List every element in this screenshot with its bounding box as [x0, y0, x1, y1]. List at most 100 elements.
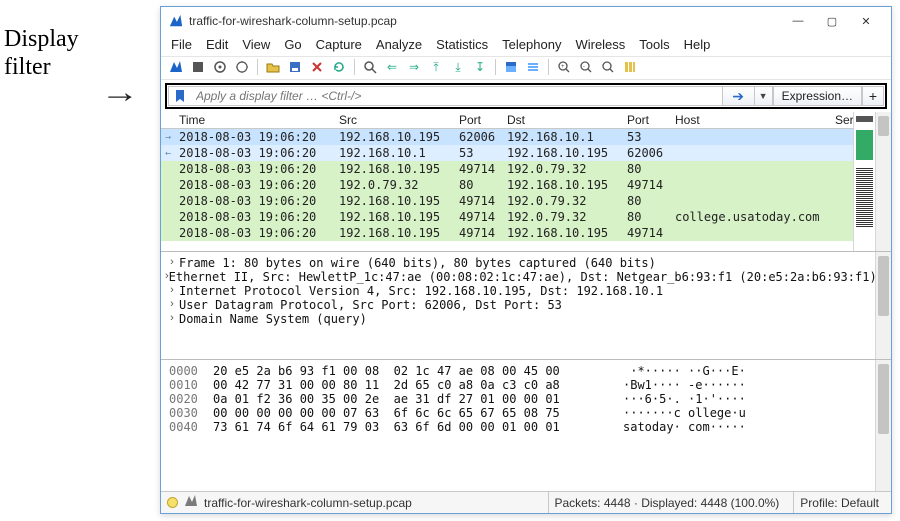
last-packet-icon[interactable]: ↧: [471, 58, 489, 76]
details-line[interactable]: ›Internet Protocol Version 4, Src: 192.1…: [165, 284, 869, 298]
hex-line[interactable]: 001000 42 77 31 00 00 80 11 2d 65 c0 a8 …: [169, 378, 867, 392]
menu-capture[interactable]: Capture: [316, 37, 362, 52]
hex-line[interactable]: 000020 e5 2a b6 93 f1 00 08 02 1c 47 ae …: [169, 364, 867, 378]
go-back-icon[interactable]: ⇐: [383, 58, 401, 76]
menu-help[interactable]: Help: [684, 37, 711, 52]
packet-minimap[interactable]: [853, 112, 875, 251]
stop-capture-icon[interactable]: [189, 58, 207, 76]
packet-row[interactable]: 2018-08-03 19:06:20192.168.10.1954971419…: [161, 193, 853, 209]
row-marker-icon: →: [161, 132, 175, 143]
zoom-out-icon[interactable]: -: [577, 58, 595, 76]
packet-bytes[interactable]: 000020 e5 2a b6 93 f1 00 08 02 1c 47 ae …: [161, 360, 875, 491]
status-packets: Packets: 4448 · Displayed: 4448 (100.0%): [555, 496, 780, 510]
packet-scrollbar[interactable]: [875, 112, 891, 251]
col-server-name[interactable]: Server Name: [831, 112, 853, 128]
expand-icon[interactable]: ›: [165, 284, 179, 296]
annotation-line1: Display: [4, 26, 79, 52]
menu-view[interactable]: View: [242, 37, 270, 52]
svg-text:+: +: [561, 64, 565, 70]
menu-tools[interactable]: Tools: [639, 37, 669, 52]
hex-line[interactable]: 003000 00 00 00 00 00 07 63 6f 6c 6c 65 …: [169, 406, 867, 420]
details-scrollbar[interactable]: [875, 252, 891, 359]
zoom-reset-icon[interactable]: [599, 58, 617, 76]
titlebar: traffic-for-wireshark-column-setup.pcap …: [161, 7, 891, 35]
menu-telephony[interactable]: Telephony: [502, 37, 561, 52]
menu-statistics[interactable]: Statistics: [436, 37, 488, 52]
open-file-icon[interactable]: [264, 58, 282, 76]
details-line[interactable]: ›Frame 1: 80 bytes on wire (640 bits), 8…: [165, 256, 869, 270]
go-forward-icon[interactable]: ⇒: [405, 58, 423, 76]
menu-file[interactable]: File: [171, 37, 192, 52]
details-line[interactable]: ›Ethernet II, Src: HewlettP_1c:47:ae (00…: [165, 270, 869, 284]
col-src[interactable]: Src: [335, 112, 455, 128]
menu-go[interactable]: Go: [284, 37, 301, 52]
packet-row[interactable]: 2018-08-03 19:06:20192.0.79.3280192.168.…: [161, 177, 853, 193]
status-profile[interactable]: Profile: Default: [800, 496, 879, 510]
expand-icon[interactable]: ›: [165, 312, 179, 324]
svg-text:-: -: [583, 64, 585, 70]
packet-list-pane: Time Src Port Dst Port Host Server Name …: [161, 112, 891, 252]
start-capture-icon[interactable]: [167, 58, 185, 76]
packet-table[interactable]: Time Src Port Dst Port Host Server Name …: [161, 112, 853, 251]
close-button[interactable]: ✕: [849, 10, 883, 32]
filter-history-dropdown[interactable]: ▼: [755, 86, 773, 106]
annotation-label: Display filter: [4, 26, 154, 81]
details-line[interactable]: ›User Datagram Protocol, Src Port: 62006…: [165, 298, 869, 312]
resize-columns-icon[interactable]: [621, 58, 639, 76]
col-dst[interactable]: Dst: [503, 112, 623, 128]
expression-button[interactable]: Expression…: [773, 86, 862, 106]
expert-info-icon[interactable]: [167, 497, 178, 508]
expand-icon[interactable]: ›: [165, 256, 179, 268]
menu-wireless[interactable]: Wireless: [575, 37, 625, 52]
capture-options-icon[interactable]: [233, 58, 251, 76]
packet-table-header[interactable]: Time Src Port Dst Port Host Server Name: [161, 112, 853, 129]
annotation-arrow-icon: →: [101, 76, 140, 110]
menu-edit[interactable]: Edit: [206, 37, 228, 52]
first-packet-icon[interactable]: ⤓: [449, 58, 467, 76]
maximize-button[interactable]: ▢: [815, 10, 849, 32]
reload-icon[interactable]: [330, 58, 348, 76]
go-to-packet-icon[interactable]: ⤒: [427, 58, 445, 76]
close-file-icon[interactable]: [308, 58, 326, 76]
colorize-icon[interactable]: [524, 58, 542, 76]
packet-details[interactable]: ›Frame 1: 80 bytes on wire (640 bits), 8…: [161, 252, 875, 359]
col-sport[interactable]: Port: [455, 112, 503, 128]
add-filter-button[interactable]: +: [862, 86, 884, 106]
packet-bytes-pane: 000020 e5 2a b6 93 f1 00 08 02 1c 47 ae …: [161, 360, 891, 491]
display-filter-input[interactable]: [190, 86, 723, 106]
expand-icon[interactable]: ›: [165, 298, 179, 310]
find-icon[interactable]: [361, 58, 379, 76]
app-icon: [169, 14, 183, 28]
save-file-icon[interactable]: [286, 58, 304, 76]
wireshark-window: traffic-for-wireshark-column-setup.pcap …: [160, 6, 892, 514]
apply-filter-button[interactable]: ➔: [723, 86, 755, 106]
packet-details-pane: ›Frame 1: 80 bytes on wire (640 bits), 8…: [161, 252, 891, 360]
packet-row[interactable]: 2018-08-03 19:06:20192.168.10.1954971419…: [161, 161, 853, 177]
minimize-button[interactable]: —: [781, 10, 815, 32]
col-host[interactable]: Host: [671, 112, 831, 128]
display-filter-highlight: ➔ ▼ Expression… +: [165, 83, 887, 109]
status-file: traffic-for-wireshark-column-setup.pcap: [204, 496, 412, 510]
main-toolbar: ⇐ ⇒ ⤒ ⤓ ↧ + -: [161, 56, 891, 80]
restart-capture-icon[interactable]: [211, 58, 229, 76]
hex-line[interactable]: 00200a 01 f2 36 00 35 00 2e ae 31 df 27 …: [169, 392, 867, 406]
row-marker-icon: ←: [161, 148, 175, 159]
menu-analyze[interactable]: Analyze: [376, 37, 422, 52]
menubar: File Edit View Go Capture Analyze Statis…: [161, 35, 891, 56]
packet-row[interactable]: ←2018-08-03 19:06:20192.168.10.153192.16…: [161, 145, 853, 161]
zoom-in-icon[interactable]: +: [555, 58, 573, 76]
packet-row[interactable]: 2018-08-03 19:06:20192.168.10.1954971419…: [161, 225, 853, 241]
bytes-scrollbar[interactable]: [875, 360, 891, 491]
hex-line[interactable]: 004073 61 74 6f 64 61 79 03 63 6f 6d 00 …: [169, 420, 867, 434]
display-filter-row: ➔ ▼ Expression… +: [161, 80, 891, 112]
packet-row[interactable]: 2018-08-03 19:06:20192.168.10.1954971419…: [161, 209, 853, 225]
annotation-line2: filter: [4, 54, 51, 80]
col-dport[interactable]: Port: [623, 112, 671, 128]
details-line[interactable]: ›Domain Name System (query): [165, 312, 869, 326]
capture-file-icon: [184, 494, 198, 511]
autoscroll-icon[interactable]: [502, 58, 520, 76]
col-time[interactable]: Time: [175, 112, 335, 128]
bookmark-icon[interactable]: [168, 86, 190, 106]
window-title: traffic-for-wireshark-column-setup.pcap: [189, 14, 397, 28]
packet-row[interactable]: →2018-08-03 19:06:20192.168.10.195620061…: [161, 129, 853, 145]
